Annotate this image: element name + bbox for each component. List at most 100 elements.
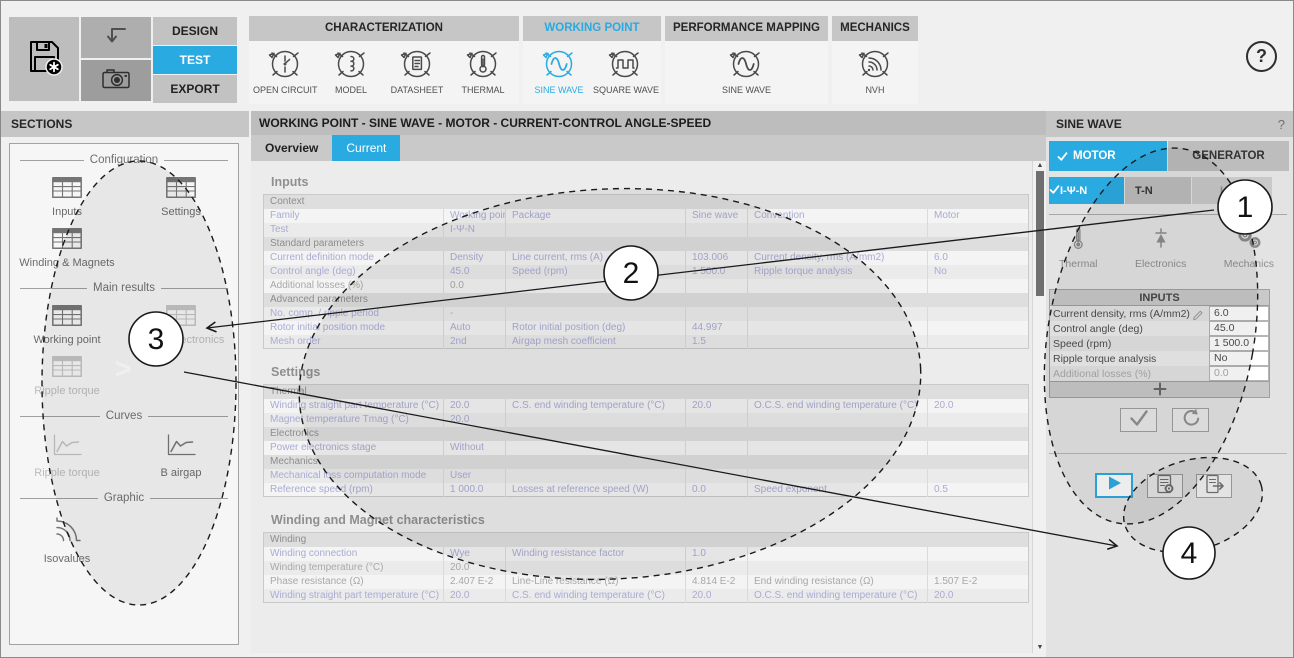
input-value-field[interactable]: No [1209, 351, 1269, 366]
cell-value [686, 469, 748, 483]
undo-button[interactable] [81, 17, 151, 58]
tab-generator[interactable]: GENERATOR [1168, 141, 1289, 171]
sidebar-item-label: Ripple torque [10, 467, 124, 479]
tab-i-psi-n[interactable]: I-Ψ-N [1049, 177, 1124, 204]
input-row-ripple-torque-analysis: Ripple torque analysisNo [1050, 351, 1269, 366]
cell-value [928, 307, 1029, 321]
cell-value [928, 469, 1029, 483]
sidebar-item-label: Ripple torque [10, 385, 124, 397]
settings-shortcut-electronics[interactable]: Electronics [1135, 225, 1186, 270]
toolbar-group-title: WORKING POINT [523, 16, 661, 41]
cell-value: 20.0 [444, 589, 506, 603]
cell-label: Speed exponent [748, 483, 928, 497]
vertical-scrollbar[interactable]: ▲ ▼ [1032, 161, 1046, 653]
right-panel-header: SINE WAVE ? [1046, 111, 1294, 137]
save-icon [23, 36, 65, 83]
cell-value: 2.407 E-2 [444, 575, 506, 589]
sections-header: SECTIONS [1, 111, 249, 137]
input-label: Speed (rpm) [1050, 336, 1209, 351]
add-input-button[interactable] [1050, 381, 1269, 397]
cell-label [506, 441, 686, 455]
test-item-characterization-model[interactable]: MODEL [319, 44, 383, 95]
report-button[interactable] [1147, 474, 1183, 498]
scrollbar-thumb[interactable] [1036, 171, 1044, 296]
test-item-characterization-datasheet[interactable]: DATASHEET [385, 44, 449, 95]
help-button[interactable]: ? [1246, 41, 1277, 72]
sidebar-item-settings[interactable]: Settings [124, 170, 238, 221]
table-icon [52, 364, 82, 381]
input-value-field[interactable]: 45.0 [1209, 321, 1269, 336]
sidebar-group-label: Configuration [14, 154, 234, 166]
toolbar-group-performance-mapping: PERFORMANCE MAPPING SINE WAVE [665, 16, 828, 104]
plus-icon [1152, 383, 1168, 400]
settings-shortcut-thermal[interactable]: Thermal [1059, 225, 1098, 270]
apply-button[interactable] [1120, 408, 1157, 432]
table-winding-and-magnet-characteristics: WindingWinding connectionWyeWinding resi… [263, 532, 1029, 603]
test-item-label: SINE WAVE [714, 85, 778, 95]
sidebar-item-winding-magnets[interactable]: Winding & Magnets [10, 221, 124, 272]
design-button[interactable]: DESIGN [153, 17, 237, 45]
sidebar-item-inputs[interactable]: Inputs [10, 170, 124, 221]
cell-value [928, 223, 1029, 237]
scroll-down-arrow[interactable]: ▼ [1033, 643, 1047, 653]
tab-motor[interactable]: MOTOR [1049, 141, 1167, 171]
sidebar-group-label: Graphic [14, 492, 234, 504]
edit-icon[interactable] [1192, 308, 1204, 321]
snapshot-button[interactable] [81, 60, 151, 101]
test-type-tabs: I-Ψ-N T-N I-U [1049, 177, 1272, 204]
sidebar-item-power-electronics[interactable]: Power electronics [124, 298, 238, 349]
sidebar-item-b-airgap[interactable]: B airgap [124, 426, 238, 482]
tab-current[interactable]: Current [332, 135, 400, 161]
panel-help-icon[interactable]: ? [1278, 117, 1285, 132]
cell-value: 2nd [444, 335, 506, 349]
tab-i-psi-n-label: I-Ψ-N [1060, 185, 1087, 197]
input-value-field[interactable]: 1 500.0 [1209, 336, 1269, 351]
input-value-field[interactable]: 6.0 [1209, 306, 1269, 321]
cell-value: 20.0 [686, 589, 748, 603]
test-item-working-point-square-wave[interactable]: SQUARE WAVE [593, 44, 657, 95]
sidebar-item-isovalues[interactable]: Isovalues [10, 508, 124, 568]
curve-icon [164, 446, 198, 463]
test-item-working-point-sine-wave[interactable]: SINE WAVE [527, 44, 591, 95]
reset-button[interactable] [1172, 408, 1209, 432]
test-item-characterization-open-circuit[interactable]: OPEN CIRCUIT [253, 44, 317, 95]
cell-label [748, 307, 928, 321]
save-button[interactable] [9, 17, 79, 101]
test-item-mechanics-nvh[interactable]: NVH [843, 44, 907, 95]
scroll-up-arrow[interactable]: ▲ [1033, 161, 1047, 171]
cell-value [928, 321, 1029, 335]
sidebar-item-working-point[interactable]: Working point [10, 298, 124, 349]
cell-value: 20.0 [444, 561, 506, 575]
tab-i-u[interactable]: I-U [1192, 177, 1272, 204]
cell-label [748, 335, 928, 349]
table-row: Magnet temperature Tmag (°C)20.0 [264, 413, 1029, 427]
cell-label: C.S. end winding temperature (°C) [506, 589, 686, 603]
shortcut-label: Electronics [1135, 258, 1186, 270]
tab-generator-label: GENERATOR [1192, 150, 1264, 162]
cell-label: Airgap mesh coefficient [506, 335, 686, 349]
input-value-field[interactable]: 0.0 [1209, 366, 1269, 381]
sidebar-item-ripple-torque[interactable]: Ripple torque [10, 426, 124, 482]
sidebar-item-ripple-torque[interactable]: Ripple torque [10, 349, 124, 400]
toolbar-group-title: PERFORMANCE MAPPING [665, 16, 828, 41]
check-icon [1057, 151, 1068, 162]
tab-overview[interactable]: Overview [251, 135, 332, 161]
export-button[interactable]: EXPORT [153, 75, 237, 103]
cell-label [506, 469, 686, 483]
tab-t-n[interactable]: T-N [1125, 177, 1191, 204]
cell-value: 1 000.0 [444, 483, 506, 497]
sidebar-item-label: B airgap [124, 467, 238, 479]
export-icon [1203, 473, 1225, 500]
model-icon [332, 69, 370, 86]
settings-shortcut-mechanics[interactable]: Mechanics [1224, 225, 1274, 270]
run-test-button[interactable] [1095, 473, 1133, 498]
test-button[interactable]: TEST [153, 46, 237, 74]
table-settings: ThermalWinding straight part temperature… [263, 384, 1029, 497]
test-item-characterization-thermal[interactable]: THERMAL [451, 44, 515, 95]
export-results-button[interactable] [1196, 474, 1232, 498]
test-item-performance-mapping-sine-wave[interactable]: SINE WAVE [714, 44, 778, 95]
cell-label [506, 413, 686, 427]
cell-value: 1.5 [686, 335, 748, 349]
sidebar-group-label: Main results [14, 282, 234, 294]
shortcut-label: Thermal [1059, 258, 1098, 270]
